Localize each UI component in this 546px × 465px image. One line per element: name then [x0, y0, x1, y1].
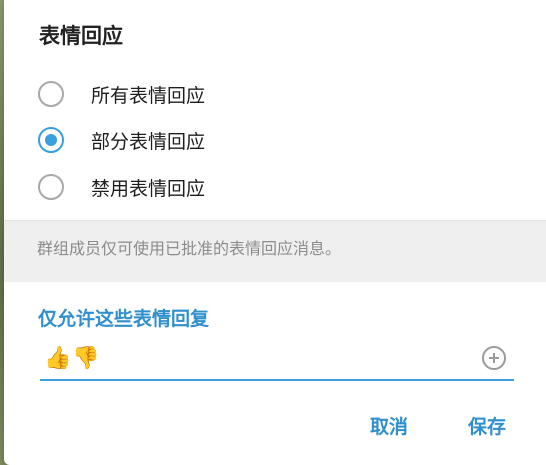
dialog-title: 表情回应 [39, 24, 123, 48]
option-label: 所有表情回应 [91, 84, 206, 107]
option-some-reactions[interactable]: 部分表情回应 [38, 124, 205, 156]
cancel-button[interactable]: 取消 [370, 412, 408, 439]
save-button[interactable]: 保存 [468, 412, 506, 439]
thumbs-down-emoji[interactable]: 👎 [72, 346, 99, 372]
thumbs-up-emoji[interactable]: 👍 [44, 346, 71, 372]
option-no-reactions[interactable]: 禁用表情回应 [38, 171, 205, 203]
reactions-dialog: 表情回应 所有表情回应 部分表情回应 禁用表情回应 群组成员仅可使用已批准的表情… [4, 0, 546, 465]
option-label: 禁用表情回应 [91, 177, 206, 200]
add-circle-icon[interactable] [482, 346, 506, 370]
allowed-reactions-heading: 仅允许这些表情回复 [38, 308, 210, 330]
radio-button[interactable] [38, 81, 64, 107]
radio-button-selected[interactable] [38, 127, 64, 153]
info-band: 群组成员仅可使用已批准的表情回应消息。 [4, 220, 546, 282]
allowed-emoji-field[interactable]: 👍 👎 [40, 343, 514, 381]
info-text: 群组成员仅可使用已批准的表情回应消息。 [37, 239, 342, 258]
option-label: 部分表情回应 [91, 130, 206, 153]
option-all-reactions[interactable]: 所有表情回应 [38, 78, 205, 110]
radio-button[interactable] [38, 174, 64, 200]
